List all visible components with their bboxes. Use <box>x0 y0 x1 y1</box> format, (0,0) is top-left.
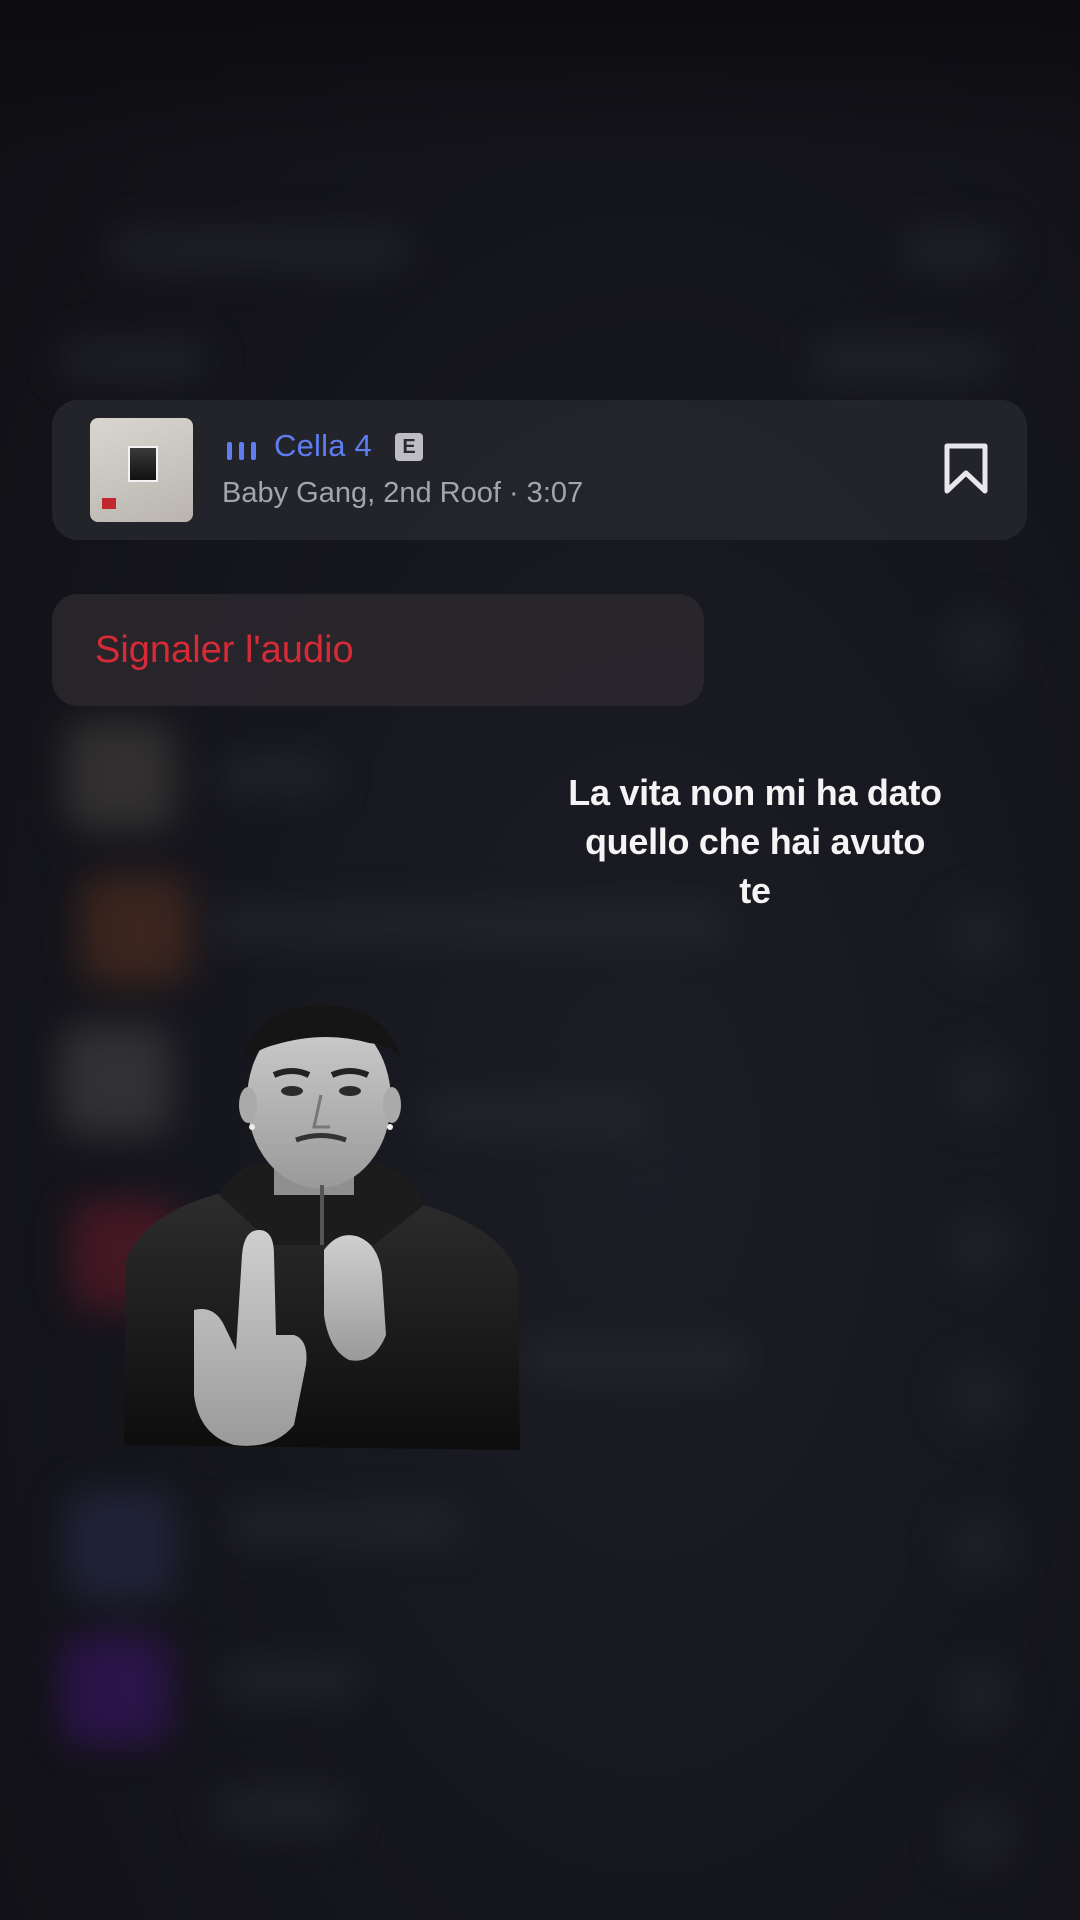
audio-card[interactable]: Cella 4 E Baby Gang, 2nd Roof · 3:07 <box>52 400 1027 540</box>
blurred-header-bar <box>900 230 1010 270</box>
blurred-thumbnail <box>80 875 190 985</box>
report-audio-button[interactable]: Signaler l'audio <box>52 594 704 706</box>
track-artist-duration: Baby Gang, 2nd Roof · 3:07 <box>222 477 584 509</box>
lyric-line: te <box>739 870 771 911</box>
track-title: Cella 4 <box>274 428 372 463</box>
explicit-badge: E <box>395 433 423 461</box>
album-cover-photo <box>128 446 158 482</box>
blurred-header-bar <box>110 230 410 270</box>
blurred-row-action <box>945 610 1015 680</box>
blurred-row-action <box>945 1660 1015 1730</box>
blurred-row-action <box>945 1360 1015 1430</box>
blurred-section-bar <box>60 340 210 380</box>
blurred-section-bar <box>810 340 1000 380</box>
blurred-row-action <box>945 1210 1015 1280</box>
blurred-thumbnail <box>65 720 175 830</box>
blurred-footer-bar <box>210 1790 350 1830</box>
report-audio-label: Signaler l'audio <box>95 629 354 671</box>
lyrics-text: La vita non mi ha dato quello che hai av… <box>480 768 1030 915</box>
blurred-row-text <box>520 1340 750 1380</box>
top-shadow <box>0 0 1080 160</box>
bookmark-button[interactable] <box>943 443 989 495</box>
person-sticker[interactable] <box>124 1005 520 1450</box>
blurred-thumbnail <box>60 1635 170 1745</box>
blurred-row-action <box>945 1510 1015 1580</box>
person-sticker-image <box>124 1005 520 1450</box>
bookmark-icon <box>944 443 988 494</box>
blurred-thumbnail <box>65 1490 175 1600</box>
lyric-line: La vita non mi ha dato <box>568 772 942 813</box>
album-cover-label <box>102 498 116 509</box>
album-cover-art <box>90 418 193 522</box>
blurred-footer-action <box>945 1800 1015 1870</box>
blurred-row-text <box>215 755 335 795</box>
equalizer-bars-icon <box>227 438 259 460</box>
blurred-row-action <box>945 1050 1015 1120</box>
blurred-background-list <box>0 0 1080 1920</box>
blurred-row-text <box>225 1505 465 1545</box>
story-screen: Cella 4 E Baby Gang, 2nd Roof · 3:07 Sig… <box>0 0 1080 1920</box>
lyric-line: quello che hai avuto <box>584 821 926 862</box>
blurred-row-text <box>220 1660 360 1700</box>
